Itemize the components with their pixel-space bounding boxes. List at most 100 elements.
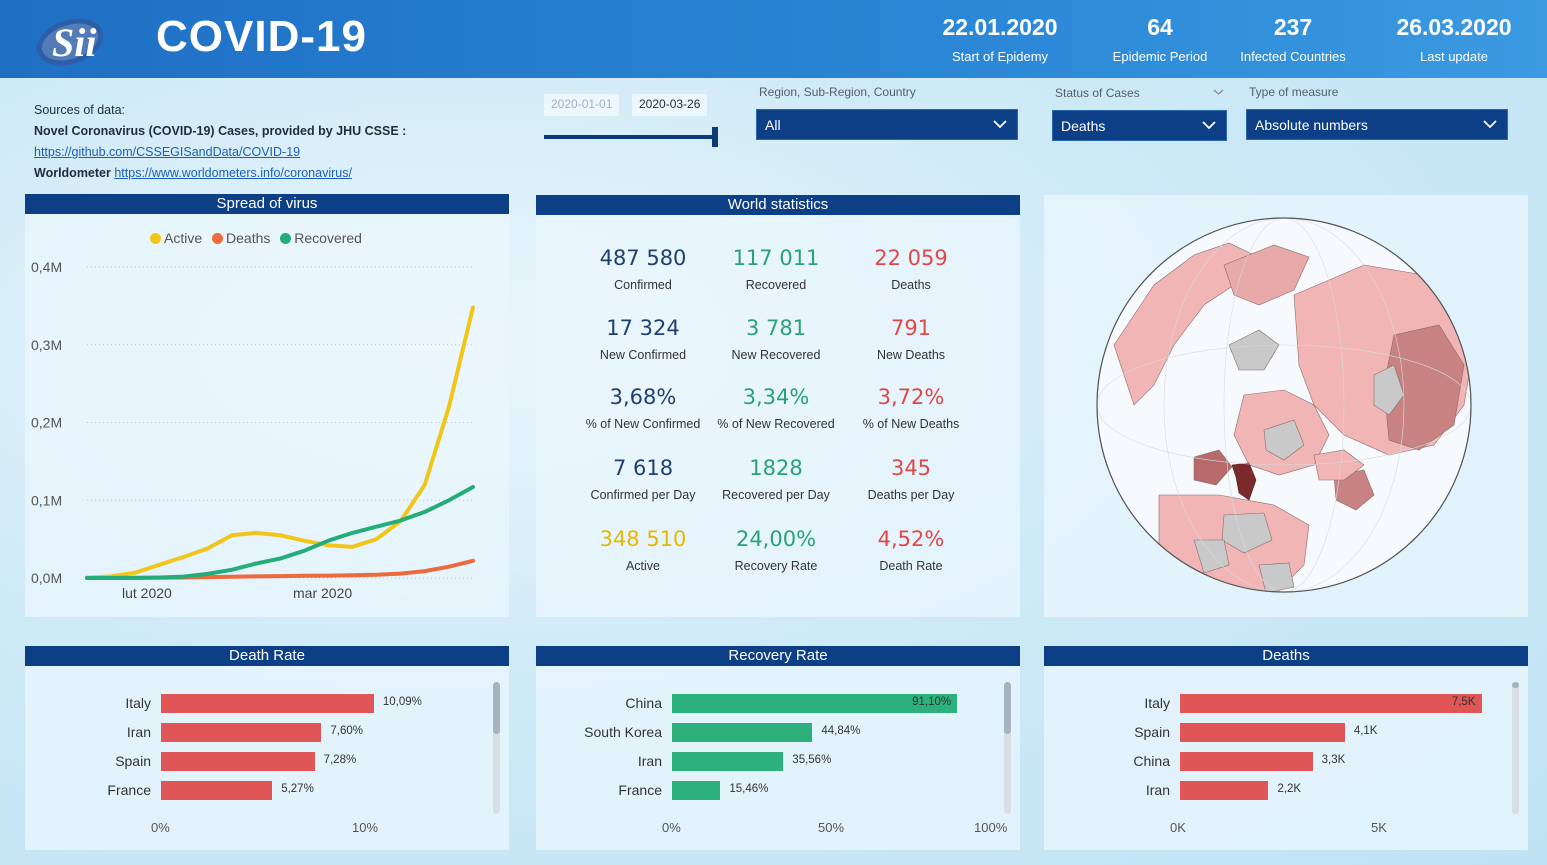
axis-tick: 100% [974, 820, 1008, 835]
kpi-start-date: 22.01.2020 Start of Epidemy [940, 14, 1060, 64]
legend-label: Recovered [294, 230, 362, 246]
worldometer-link[interactable]: https://www.worldometers.info/coronaviru… [114, 166, 352, 180]
stat-label: % of New Confirmed [585, 417, 701, 431]
deaths-scroll-thumb[interactable] [1512, 682, 1519, 688]
bar-value-label: 91,10% [912, 696, 952, 708]
bar-value-label: 35,56% [792, 754, 832, 766]
panel-title: Recovery Rate [536, 646, 1020, 666]
bar-value-label: 7,60% [330, 725, 363, 737]
bar-france[interactable] [161, 781, 273, 800]
bar-value-label: 44,84% [821, 725, 861, 737]
bar-italy[interactable] [161, 694, 374, 713]
bar-iran[interactable] [161, 723, 322, 742]
stat-deaths: 22 059 Deaths [846, 246, 976, 292]
stat-label: New Confirmed [599, 348, 687, 362]
chevron-down-icon [1202, 121, 1216, 130]
stat-value: 24,00% [735, 527, 817, 551]
stat-label: Recovery Rate [734, 559, 818, 573]
legend-dot [150, 233, 161, 244]
bar-value-label: 10,09% [382, 696, 422, 708]
bar-iran[interactable] [672, 752, 784, 771]
data-sources: Sources of data: Novel Coronavirus (COVI… [34, 100, 406, 184]
stat-label: % of New Recovered [717, 417, 835, 431]
kpi-value: 22.01.2020 [942, 14, 1058, 40]
kpi-label: Infected Countries [1240, 49, 1346, 64]
axis-tick: 5K [1371, 820, 1387, 835]
deaths-scrollbar[interactable] [1512, 682, 1519, 814]
date-slider-handle[interactable] [712, 127, 718, 147]
axis-tick: 10% [352, 820, 379, 835]
bar-value-label: 7,5K [1451, 696, 1476, 708]
legend-item-recovered[interactable]: Recovered [280, 230, 362, 246]
stat-value: 791 [890, 316, 932, 340]
death-rate-scroll-thumb[interactable] [493, 682, 500, 734]
bar-value-label: 7,28% [323, 754, 357, 766]
stat-label: New Recovered [731, 348, 821, 362]
axis-tick: 0% [662, 820, 681, 835]
stat-confirmed-per-day: 7 618 Confirmed per Day [578, 456, 708, 502]
stat-confirmed: 487 580 Confirmed [578, 246, 708, 292]
legend-dot [212, 233, 224, 244]
spread-legend: Active Deaths Recovered [150, 230, 368, 246]
y-tick-label: 0,4M [31, 259, 62, 275]
kpi-label: Last update [1420, 49, 1488, 64]
region-dropdown[interactable]: All [756, 109, 1018, 140]
measure-dropdown-value: Absolute numbers [1255, 117, 1368, 133]
stat-recovery-rate: 24,00% Recovery Rate [711, 527, 841, 573]
bar-spain[interactable] [161, 752, 315, 771]
bar-spain[interactable] [1180, 723, 1345, 742]
date-from-input[interactable]: 2020-01-01 [544, 94, 620, 116]
axis-tick: 0% [151, 820, 170, 835]
axis-tick: 50% [818, 820, 845, 835]
bar-france[interactable] [672, 781, 721, 800]
bar-iran[interactable] [1180, 781, 1269, 800]
world-map-globe[interactable] [1044, 195, 1528, 617]
bar-value-label: 15,46% [729, 783, 769, 795]
spread-line-chart: 0,4M 0,3M 0,2M 0,1M 0,0M lut 2020 mar 2020 [31, 259, 475, 601]
sources-heading: Sources of data: [34, 103, 126, 117]
stat-value: 487 580 [599, 246, 687, 270]
chevron-down-icon[interactable] [1213, 87, 1224, 97]
stat-deaths-per-day: 345 Deaths per Day [846, 456, 976, 502]
legend-label: Active [164, 230, 203, 246]
stat-value: 3,34% [742, 385, 810, 409]
deaths-panel: Deaths [1044, 646, 1528, 850]
bar-label: Spain [115, 753, 151, 769]
kpi-label: Start of Epidemy [951, 49, 1049, 64]
bar-label: Iran [1145, 782, 1170, 798]
legend-dot [280, 233, 292, 244]
region-dropdown-value: All [765, 117, 781, 133]
kpi-infected-countries: 237 Infected Countries [1233, 14, 1353, 64]
stat-label: Recovered [745, 278, 807, 292]
bar-label: France [618, 782, 662, 798]
status-dropdown-value: Deaths [1061, 118, 1106, 134]
stat-value: 345 [890, 456, 932, 480]
header-bar: Sii COVID-19 22.01.2020 Start of Epidemy… [0, 0, 1547, 78]
stat-value: 3,72% [877, 385, 945, 409]
sii-logo: Sii [36, 18, 104, 66]
stat-label: Recovered per Day [722, 488, 830, 502]
stat-value: 1828 [749, 456, 803, 480]
github-link[interactable]: https://github.com/CSSEGISandData/COVID-… [34, 145, 300, 159]
date-slider-track[interactable] [544, 135, 716, 139]
date-to-input[interactable]: 2020-03-26 [632, 94, 708, 116]
kpi-label: Epidemic Period [1112, 49, 1208, 64]
status-dropdown[interactable]: Deaths [1052, 110, 1227, 141]
kpi-value: 237 [1273, 14, 1313, 40]
measure-dropdown[interactable]: Absolute numbers [1246, 109, 1508, 140]
bar-label: Italy [1144, 695, 1170, 711]
stat-label: Confirmed per Day [590, 488, 696, 502]
kpi-last-update: 26.03.2020 Last update [1392, 14, 1516, 64]
bar-china[interactable] [1180, 752, 1313, 771]
panel-title: Spread of virus [25, 194, 509, 214]
stat-label: Deaths [891, 278, 931, 292]
bar-value-label: 4,1K [1353, 725, 1378, 737]
bar-south-korea[interactable] [672, 723, 813, 742]
stat-new-recovered: 3 781 New Recovered [711, 316, 841, 362]
stat-new-confirmed: 17 324 New Confirmed [578, 316, 708, 362]
y-tick-label: 0,3M [31, 337, 62, 353]
series-line-active[interactable] [85, 305, 475, 580]
legend-item-deaths[interactable]: Deaths [212, 230, 270, 246]
legend-item-active[interactable]: Active [150, 230, 202, 246]
recovery-rate-scroll-thumb[interactable] [1004, 682, 1011, 734]
